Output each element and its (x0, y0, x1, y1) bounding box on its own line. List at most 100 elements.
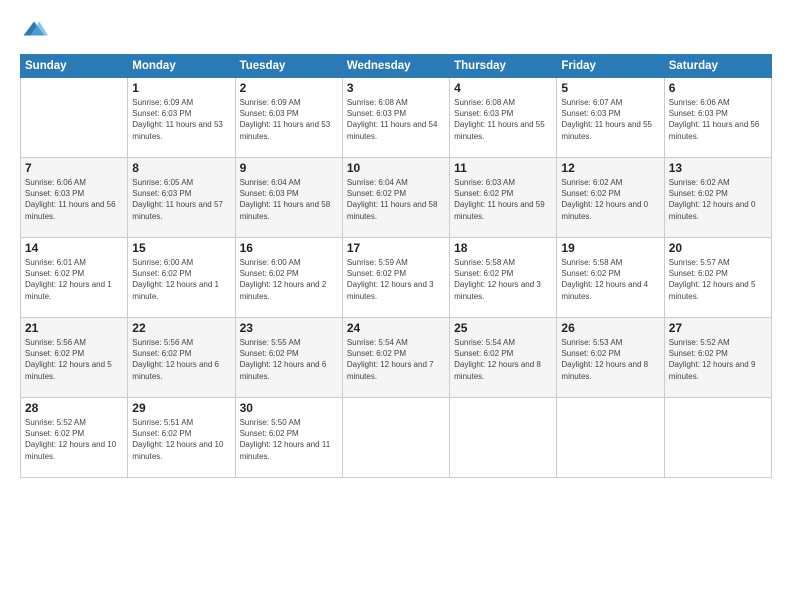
day-number: 18 (454, 241, 552, 255)
cell-info: Sunrise: 5:56 AMSunset: 6:02 PMDaylight:… (25, 337, 123, 382)
week-row-1: 1Sunrise: 6:09 AMSunset: 6:03 PMDaylight… (21, 78, 772, 158)
col-header-wednesday: Wednesday (342, 55, 449, 78)
calendar-cell: 29Sunrise: 5:51 AMSunset: 6:02 PMDayligh… (128, 398, 235, 478)
day-number: 13 (669, 161, 767, 175)
day-number: 8 (132, 161, 230, 175)
day-number: 4 (454, 81, 552, 95)
cell-info: Sunrise: 5:54 AMSunset: 6:02 PMDaylight:… (347, 337, 445, 382)
calendar-cell: 23 Sunrise: 5:55 AMSunset: 6:02 PMDayligh… (235, 318, 342, 398)
week-row-5: 28 Sunrise: 5:52 AMSunset: 6:02 PMDayligh… (21, 398, 772, 478)
cell-info: Sunrise: 6:08 AMSunset: 6:03 PMDaylight:… (454, 97, 552, 142)
day-number: 27 (669, 321, 767, 335)
cell-info: Sunrise: 6:07 AMSunset: 6:03 PMDaylight:… (561, 97, 659, 142)
day-number: 21 (25, 321, 123, 335)
col-header-saturday: Saturday (664, 55, 771, 78)
cell-info: Sunrise: 6:05 AMSunset: 6:03 PMDaylight:… (132, 177, 230, 222)
calendar-cell: 16 Sunrise: 6:00 AMSunset: 6:02 PMDayligh… (235, 238, 342, 318)
day-number: 30 (240, 401, 338, 415)
day-number: 15 (132, 241, 230, 255)
week-row-3: 14 Sunrise: 6:01 AMSunset: 6:02 PMDayligh… (21, 238, 772, 318)
calendar-table: SundayMondayTuesdayWednesdayThursdayFrid… (20, 54, 772, 478)
day-number: 3 (347, 81, 445, 95)
calendar-cell: 5 Sunrise: 6:07 AMSunset: 6:03 PMDaylight… (557, 78, 664, 158)
day-number: 2 (240, 81, 338, 95)
calendar-cell: 11 Sunrise: 6:03 AMSunset: 6:02 PMDayligh… (450, 158, 557, 238)
cell-info: Sunrise: 5:53 AMSunset: 6:02 PMDaylight:… (561, 337, 659, 382)
calendar-cell: 14 Sunrise: 6:01 AMSunset: 6:02 PMDayligh… (21, 238, 128, 318)
page: SundayMondayTuesdayWednesdayThursdayFrid… (0, 0, 792, 612)
calendar-cell: 26Sunrise: 5:53 AMSunset: 6:02 PMDayligh… (557, 318, 664, 398)
calendar-cell: 6 Sunrise: 6:06 AMSunset: 6:03 PMDaylight… (664, 78, 771, 158)
cell-info: Sunrise: 5:50 AMSunset: 6:02 PMDaylight:… (240, 417, 338, 462)
cell-info: Sunrise: 5:59 AMSunset: 6:02 PMDaylight:… (347, 257, 445, 302)
calendar-cell (21, 78, 128, 158)
cell-info: Sunrise: 6:03 AMSunset: 6:02 PMDaylight:… (454, 177, 552, 222)
cell-info: Sunrise: 5:58 AMSunset: 6:02 PMDaylight:… (561, 257, 659, 302)
cell-info: Sunrise: 6:08 AMSunset: 6:03 PMDaylight:… (347, 97, 445, 142)
calendar-cell: 21 Sunrise: 5:56 AMSunset: 6:02 PMDayligh… (21, 318, 128, 398)
cell-info: Sunrise: 6:02 AMSunset: 6:02 PMDaylight:… (561, 177, 659, 222)
calendar-cell: 25 Sunrise: 5:54 AMSunset: 6:02 PMDayligh… (450, 318, 557, 398)
cell-info: Sunrise: 6:09 AMSunset: 6:03 PMDaylight:… (132, 97, 230, 142)
calendar-cell: 7Sunrise: 6:06 AMSunset: 6:03 PMDaylight… (21, 158, 128, 238)
day-number: 28 (25, 401, 123, 415)
calendar-cell: 15 Sunrise: 6:00 AMSunset: 6:02 PMDayligh… (128, 238, 235, 318)
cell-info: Sunrise: 5:58 AMSunset: 6:02 PMDaylight:… (454, 257, 552, 302)
calendar-cell (450, 398, 557, 478)
day-number: 5 (561, 81, 659, 95)
calendar-cell: 20 Sunrise: 5:57 AMSunset: 6:02 PMDayligh… (664, 238, 771, 318)
day-number: 22 (132, 321, 230, 335)
day-number: 16 (240, 241, 338, 255)
logo-icon (20, 18, 48, 46)
day-number: 25 (454, 321, 552, 335)
cell-info: Sunrise: 5:51 AMSunset: 6:02 PMDaylight:… (132, 417, 230, 462)
col-header-tuesday: Tuesday (235, 55, 342, 78)
cell-info: Sunrise: 6:00 AMSunset: 6:02 PMDaylight:… (240, 257, 338, 302)
calendar-cell: 4 Sunrise: 6:08 AMSunset: 6:03 PMDaylight… (450, 78, 557, 158)
cell-info: Sunrise: 5:52 AMSunset: 6:02 PMDaylight:… (25, 417, 123, 462)
calendar-cell: 13Sunrise: 6:02 AMSunset: 6:02 PMDayligh… (664, 158, 771, 238)
week-row-4: 21 Sunrise: 5:56 AMSunset: 6:02 PMDayligh… (21, 318, 772, 398)
cell-info: Sunrise: 6:04 AMSunset: 6:03 PMDaylight:… (240, 177, 338, 222)
cell-info: Sunrise: 6:04 AMSunset: 6:02 PMDaylight:… (347, 177, 445, 222)
calendar-cell: 2 Sunrise: 6:09 AMSunset: 6:03 PMDaylight… (235, 78, 342, 158)
cell-info: Sunrise: 6:06 AMSunset: 6:03 PMDaylight:… (669, 97, 767, 142)
day-number: 7 (25, 161, 123, 175)
day-number: 10 (347, 161, 445, 175)
calendar-cell: 8 Sunrise: 6:05 AMSunset: 6:03 PMDaylight… (128, 158, 235, 238)
day-number: 19 (561, 241, 659, 255)
day-number: 24 (347, 321, 445, 335)
col-header-monday: Monday (128, 55, 235, 78)
calendar-cell: 17Sunrise: 5:59 AMSunset: 6:02 PMDayligh… (342, 238, 449, 318)
cell-info: Sunrise: 5:56 AMSunset: 6:02 PMDaylight:… (132, 337, 230, 382)
header-row: SundayMondayTuesdayWednesdayThursdayFrid… (21, 55, 772, 78)
cell-info: Sunrise: 5:52 AMSunset: 6:02 PMDaylight:… (669, 337, 767, 382)
calendar-cell: 28 Sunrise: 5:52 AMSunset: 6:02 PMDayligh… (21, 398, 128, 478)
cell-info: Sunrise: 5:55 AMSunset: 6:02 PMDaylight:… (240, 337, 338, 382)
calendar-cell: 12Sunrise: 6:02 AMSunset: 6:02 PMDayligh… (557, 158, 664, 238)
col-header-friday: Friday (557, 55, 664, 78)
logo (20, 18, 52, 46)
calendar-cell: 1Sunrise: 6:09 AMSunset: 6:03 PMDaylight… (128, 78, 235, 158)
calendar-cell: 9Sunrise: 6:04 AMSunset: 6:03 PMDaylight… (235, 158, 342, 238)
week-row-2: 7Sunrise: 6:06 AMSunset: 6:03 PMDaylight… (21, 158, 772, 238)
header (20, 18, 772, 46)
cell-info: Sunrise: 5:54 AMSunset: 6:02 PMDaylight:… (454, 337, 552, 382)
cell-info: Sunrise: 6:00 AMSunset: 6:02 PMDaylight:… (132, 257, 230, 302)
cell-info: Sunrise: 6:09 AMSunset: 6:03 PMDaylight:… (240, 97, 338, 142)
calendar-cell: 19 Sunrise: 5:58 AMSunset: 6:02 PMDayligh… (557, 238, 664, 318)
day-number: 14 (25, 241, 123, 255)
day-number: 6 (669, 81, 767, 95)
calendar-cell: 30 Sunrise: 5:50 AMSunset: 6:02 PMDayligh… (235, 398, 342, 478)
col-header-sunday: Sunday (21, 55, 128, 78)
calendar-cell: 3 Sunrise: 6:08 AMSunset: 6:03 PMDaylight… (342, 78, 449, 158)
calendar-cell: 27 Sunrise: 5:52 AMSunset: 6:02 PMDayligh… (664, 318, 771, 398)
cell-info: Sunrise: 5:57 AMSunset: 6:02 PMDaylight:… (669, 257, 767, 302)
day-number: 11 (454, 161, 552, 175)
col-header-thursday: Thursday (450, 55, 557, 78)
calendar-cell: 10 Sunrise: 6:04 AMSunset: 6:02 PMDayligh… (342, 158, 449, 238)
cell-info: Sunrise: 6:01 AMSunset: 6:02 PMDaylight:… (25, 257, 123, 302)
calendar-cell (557, 398, 664, 478)
day-number: 23 (240, 321, 338, 335)
day-number: 20 (669, 241, 767, 255)
